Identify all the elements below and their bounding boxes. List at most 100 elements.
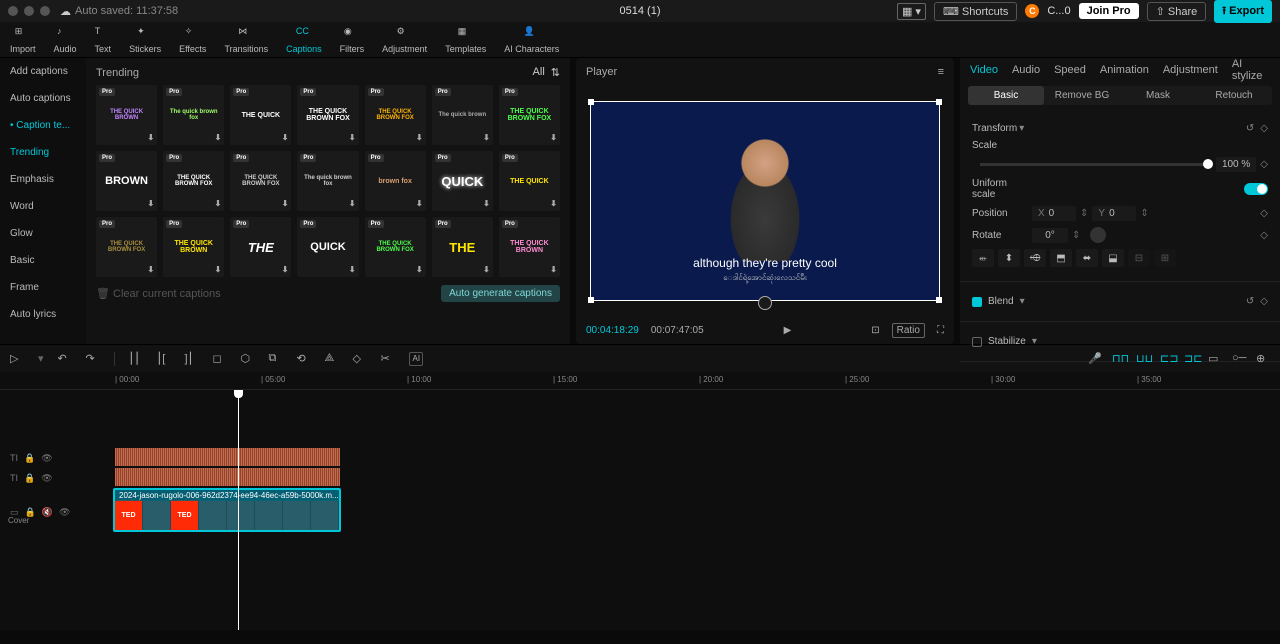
tool-templates[interactable]: ▦Templates [445, 26, 486, 54]
download-icon[interactable]: ⬇ [215, 265, 222, 274]
inspector-subtab-retouch[interactable]: Retouch [1196, 86, 1272, 105]
mic-icon[interactable]: 🎤 [1088, 352, 1102, 366]
caption-template-4[interactable]: ProTHE QUICK BROWN FOX⬇ [365, 85, 426, 145]
stabilize-label[interactable]: Stabilize [988, 336, 1026, 347]
redo-icon[interactable]: ↷ [86, 352, 100, 366]
mute-icon[interactable]: 🔇 [42, 507, 53, 518]
sidebar-item-2[interactable]: • Caption te... [0, 112, 86, 139]
split-left-icon[interactable]: ⎮[ [157, 352, 171, 366]
audio-clip-1[interactable] [115, 448, 340, 466]
download-icon[interactable]: ⬇ [550, 265, 557, 274]
caption-template-19[interactable]: ProTHE⬇ [432, 217, 493, 277]
tool-effects[interactable]: ✧Effects [179, 26, 206, 54]
sort-icon[interactable]: ⇅ [551, 66, 560, 79]
caption-template-16[interactable]: ProTHE⬇ [230, 217, 291, 277]
download-icon[interactable]: ⬇ [282, 199, 289, 208]
sidebar-item-4[interactable]: Emphasis [0, 166, 86, 193]
split-right-icon[interactable]: ]⎮ [185, 352, 199, 366]
caption-template-18[interactable]: ProTHE QUICK BROWN FOX⬇ [365, 217, 426, 277]
magnet-2-icon[interactable]: ⊔⊔ [1136, 352, 1150, 366]
download-icon[interactable]: ⬇ [416, 199, 423, 208]
download-icon[interactable]: ⬇ [416, 265, 423, 274]
player-menu-icon[interactable]: ≡ [938, 66, 944, 78]
scale-value[interactable]: 100 % [1216, 157, 1256, 172]
download-icon[interactable]: ⬇ [483, 199, 490, 208]
timeline[interactable]: | 00:00| 05:00| 10:00| 15:00| 20:00| 25:… [0, 372, 1280, 630]
eye-icon[interactable]: 👁 [41, 453, 52, 464]
ratio-button[interactable]: Ratio [892, 323, 925, 338]
mask-tool-icon[interactable]: ⬡ [241, 352, 255, 366]
download-icon[interactable]: ⬇ [550, 133, 557, 142]
inspector-subtab-mask[interactable]: Mask [1120, 86, 1196, 105]
inspector-tab-animation[interactable]: Animation [1100, 64, 1149, 76]
clear-captions-link[interactable]: 🗑 Clear current captions [96, 287, 221, 300]
video-preview[interactable]: although they're pretty cool ေဒါင်ရဲ့အော… [590, 101, 940, 301]
crop-tool-icon[interactable]: ◻ [213, 352, 227, 366]
tool-transitions[interactable]: ⋈Transitions [224, 26, 268, 54]
download-icon[interactable]: ⬇ [550, 199, 557, 208]
inspector-subtab-remove-bg[interactable]: Remove BG [1044, 86, 1120, 105]
sidebar-item-7[interactable]: Basic [0, 247, 86, 274]
sidebar-item-3[interactable]: Trending [0, 139, 86, 166]
sidebar-item-5[interactable]: Word [0, 193, 86, 220]
caption-template-7[interactable]: ProBROWN⬇ [96, 151, 157, 211]
video-clip[interactable]: 2024-jason-rugolo-006-962d2374-ee94-46ec… [113, 488, 341, 532]
playhead[interactable] [238, 390, 239, 630]
fullscreen-icon[interactable]: ⛶ [937, 325, 944, 336]
sidebar-item-6[interactable]: Glow [0, 220, 86, 247]
position-y-input[interactable]: Y0 [1092, 206, 1136, 221]
layout-icon[interactable]: ▦ ▾ [897, 3, 926, 20]
stabilize-checkbox[interactable] [972, 337, 982, 347]
export-button[interactable]: ⭱ Export [1214, 0, 1272, 23]
keyframe-icon[interactable]: ◇ [1260, 296, 1268, 307]
zoom-slider-icon[interactable]: ○─ [1232, 352, 1246, 366]
distribute-h-icon[interactable]: ⊟ [1128, 249, 1150, 267]
tool-import[interactable]: ⊞Import [10, 26, 36, 54]
tool-adjustment[interactable]: ⚙Adjustment [382, 26, 427, 54]
download-icon[interactable]: ⬇ [215, 199, 222, 208]
inspector-tab-speed[interactable]: Speed [1054, 64, 1086, 76]
lock-icon[interactable]: 🔒 [24, 453, 35, 464]
caption-template-6[interactable]: ProTHE QUICK BROWN FOX⬇ [499, 85, 560, 145]
caption-template-13[interactable]: ProTHE QUICK⬇ [499, 151, 560, 211]
download-icon[interactable]: ⬇ [349, 199, 356, 208]
keyframe-icon[interactable]: ◇ [1260, 230, 1268, 241]
download-icon[interactable]: ⬇ [349, 265, 356, 274]
position-x-input[interactable]: X0 [1032, 206, 1076, 221]
caption-template-1[interactable]: ProThe quick brown fox⬇ [163, 85, 224, 145]
caption-template-8[interactable]: ProTHE QUICK BROWN FOX⬇ [163, 151, 224, 211]
preview-icon[interactable]: ▭ [1208, 352, 1222, 366]
download-icon[interactable]: ⬇ [215, 133, 222, 142]
pointer-tool-icon[interactable]: ▷ [10, 352, 24, 366]
transform-header[interactable]: Transform [972, 123, 1017, 134]
eye-icon[interactable]: 👁 [59, 507, 70, 518]
caption-template-17[interactable]: ProQUICK⬇ [297, 217, 358, 277]
tool-ai-characters[interactable]: 👤AI Characters [504, 26, 559, 54]
timeline-ruler[interactable]: | 00:00| 05:00| 10:00| 15:00| 20:00| 25:… [0, 372, 1280, 390]
window-controls[interactable] [8, 6, 50, 16]
rotate-handle[interactable] [758, 296, 772, 310]
sidebar-item-8[interactable]: Frame [0, 274, 86, 301]
inspector-tab-video[interactable]: Video [970, 64, 998, 76]
distribute-v-icon[interactable]: ⊞ [1154, 249, 1176, 267]
download-icon[interactable]: ⬇ [282, 265, 289, 274]
download-icon[interactable]: ⬇ [483, 265, 490, 274]
caption-template-20[interactable]: ProTHE QUICK BROWN⬇ [499, 217, 560, 277]
magnet-1-icon[interactable]: ⊓⊓ [1112, 352, 1126, 366]
sidebar-item-9[interactable]: Auto lyrics [0, 301, 86, 328]
tool-filters[interactable]: ◉Filters [340, 26, 365, 54]
blend-label[interactable]: Blend [988, 296, 1014, 307]
link-2-icon[interactable]: ⊐⊏ [1184, 352, 1198, 366]
rotate-dial[interactable] [1090, 227, 1106, 243]
split-icon[interactable]: ⎮⎮ [129, 352, 143, 366]
copy-icon[interactable]: ⧉ [269, 352, 283, 366]
caption-template-5[interactable]: ProThe quick brown⬇ [432, 85, 493, 145]
filter-all[interactable]: All [533, 66, 545, 79]
inspector-tab-adjustment[interactable]: Adjustment [1163, 64, 1218, 76]
inspector-tab-audio[interactable]: Audio [1012, 64, 1040, 76]
compare-icon[interactable]: ⊡ [871, 325, 879, 336]
eye-icon[interactable]: 👁 [41, 473, 52, 484]
user-avatar[interactable]: C [1025, 4, 1039, 18]
align-bottom-icon[interactable]: ⬓ [1102, 249, 1124, 267]
reset-icon[interactable]: ↺ [1246, 123, 1254, 134]
